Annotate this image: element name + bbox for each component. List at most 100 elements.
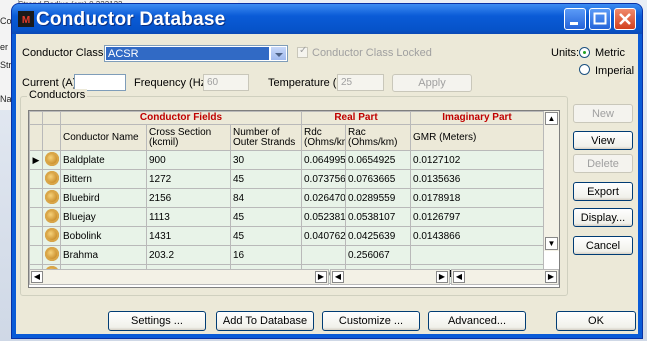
table-cell[interactable] (410, 245, 545, 265)
scroll-right-icon[interactable]: ▶ (315, 271, 327, 283)
row-selector[interactable] (29, 169, 43, 189)
table-cell[interactable]: 0.0264704 (301, 188, 346, 208)
advanced-button[interactable]: Advanced... (428, 311, 526, 331)
table-cell[interactable]: Baldplate (60, 150, 147, 170)
table-cell[interactable]: 45 (230, 226, 302, 246)
table-cell[interactable]: 203.2 (146, 245, 231, 265)
table-cell[interactable]: 1272 (146, 169, 231, 189)
table-cell[interactable]: Bluejay (60, 207, 147, 227)
table-cell[interactable]: 16 (230, 245, 302, 265)
scroll-down-icon[interactable]: ▼ (545, 237, 558, 250)
metric-label: Metric (595, 47, 625, 59)
table-cell[interactable]: 0.0425639 (344, 226, 412, 246)
dialog-client-area: Conductor Class ACSR Conductor Class Loc… (16, 34, 638, 334)
row-selector[interactable] (29, 226, 43, 246)
new-button[interactable]: New (573, 104, 633, 123)
customize-button[interactable]: Customize ... (322, 311, 420, 331)
scroll-left-icon[interactable]: ◀ (31, 271, 43, 283)
conductor-icon-cell (42, 226, 61, 246)
table-cell[interactable]: 0.0737568 (301, 169, 346, 189)
table-cell[interactable]: 84 (230, 188, 302, 208)
table-row[interactable]: Bittern1272450.07375680.07636650.0135636 (29, 169, 545, 189)
table-row[interactable]: Brahma 203.2 16 0.256067 (29, 245, 545, 265)
horizontal-scrollbar-real[interactable]: ◀ ▶ (330, 269, 450, 285)
table-cell[interactable]: Brahma (60, 245, 147, 265)
current-label: Current (A) (22, 77, 77, 89)
table-cell[interactable]: 0.0126797 (410, 207, 545, 227)
table-cell[interactable]: 1431 (146, 226, 231, 246)
table-row[interactable]: Bluebird2156840.02647040.02895590.017891… (29, 188, 545, 208)
table-cell[interactable]: 0.0143866 (410, 226, 545, 246)
table-cell[interactable]: 0.0135636 (410, 169, 545, 189)
table-cell[interactable] (301, 245, 346, 265)
conductor-class-select[interactable]: ACSR (104, 45, 288, 62)
svg-text:M: M (22, 15, 30, 26)
column-header[interactable]: Rac (Ohms/km) (344, 124, 412, 151)
table-cell[interactable]: 0.0127102 (410, 150, 545, 170)
grid-corner (29, 111, 43, 125)
table-cell[interactable]: 0.0538107 (344, 207, 412, 227)
class-locked-checkbox[interactable] (297, 45, 308, 58)
scroll-up-icon[interactable]: ▲ (545, 112, 558, 125)
conductor-icon-cell (42, 150, 61, 170)
add-to-database-button[interactable]: Add To Database (216, 311, 314, 331)
conductors-grid[interactable]: Conductor Fields Real Part Imaginary Par… (28, 110, 560, 288)
table-cell[interactable]: 900 (146, 150, 231, 170)
scroll-left-icon[interactable]: ◀ (453, 271, 465, 283)
column-header[interactable]: Conductor Name (60, 124, 147, 151)
column-header[interactable]: Cross Section (kcmil) (146, 124, 231, 151)
maximize-button[interactable] (589, 8, 611, 30)
table-cell[interactable]: 0.0654925 (344, 150, 412, 170)
table-cell[interactable]: 0.0289559 (344, 188, 412, 208)
table-cell[interactable]: 0.0523816 (301, 207, 346, 227)
conductors-group-label: Conductors (27, 89, 88, 101)
table-cell[interactable]: Bobolink (60, 226, 147, 246)
row-selector[interactable] (29, 245, 43, 265)
table-cell[interactable]: 0.0178918 (410, 188, 545, 208)
table-row[interactable]: Bluejay1113450.05238160.05381070.0126797 (29, 207, 545, 227)
column-header[interactable]: Number of Outer Strands (230, 124, 302, 151)
table-cell[interactable]: 45 (230, 207, 302, 227)
display-button[interactable]: Display... (573, 208, 633, 227)
table-cell[interactable]: 0.0763665 (344, 169, 412, 189)
table-cell[interactable]: Bluebird (60, 188, 147, 208)
minimize-button[interactable] (564, 8, 586, 30)
table-cell[interactable]: 0.0649954 (301, 150, 346, 170)
horizontal-scrollbar-fields[interactable]: ◀ ▶ (29, 269, 329, 285)
metric-radio[interactable] (579, 47, 590, 58)
column-header[interactable]: Rdc (Ohms/km) (301, 124, 346, 151)
minimize-icon (570, 22, 578, 25)
scroll-right-icon[interactable]: ▶ (436, 271, 448, 283)
scroll-right-icon[interactable]: ▶ (545, 271, 557, 283)
temperature-input[interactable]: 25 (337, 74, 384, 91)
table-cell[interactable]: 45 (230, 169, 302, 189)
export-button[interactable]: Export (573, 182, 633, 201)
chevron-down-icon[interactable] (270, 47, 286, 60)
table-cell[interactable]: 0.256067 (344, 245, 412, 265)
row-selector[interactable]: ▶ (29, 150, 43, 170)
close-button[interactable] (614, 8, 636, 30)
view-button[interactable]: View (573, 131, 633, 150)
grid-column-header-row: Conductor Name Cross Section (kcmil) Num… (29, 124, 545, 151)
scroll-left-icon[interactable]: ◀ (332, 271, 344, 283)
imperial-radio[interactable] (579, 64, 590, 75)
apply-button[interactable]: Apply (392, 74, 472, 92)
row-selector[interactable] (29, 188, 43, 208)
frequency-input[interactable]: 60 (203, 74, 249, 91)
column-header[interactable]: GMR (Meters) (410, 124, 545, 151)
cancel-button[interactable]: Cancel (573, 236, 633, 255)
table-cell[interactable]: 1113 (146, 207, 231, 227)
table-cell[interactable]: Bittern (60, 169, 147, 189)
table-cell[interactable]: 2156 (146, 188, 231, 208)
table-row[interactable]: Bobolink 1431 45 0.040762 0.0425639 0.0143866 (29, 226, 545, 246)
title-bar[interactable]: M Conductor Database (12, 4, 642, 34)
vertical-scrollbar[interactable]: ▲ ▼ (543, 111, 559, 251)
ok-button[interactable]: OK (556, 311, 636, 331)
delete-button[interactable]: Delete (573, 154, 633, 173)
horizontal-scrollbar-imaginary[interactable]: ◀ ▶ (451, 269, 559, 285)
table-cell[interactable]: 0.040762 (301, 226, 346, 246)
table-cell[interactable]: 30 (230, 150, 302, 170)
row-selector[interactable] (29, 207, 43, 227)
table-row[interactable]: ▶ Baldplate900300.06499540.06549250.01271… (29, 150, 545, 170)
settings-button[interactable]: Settings ... (108, 311, 206, 331)
